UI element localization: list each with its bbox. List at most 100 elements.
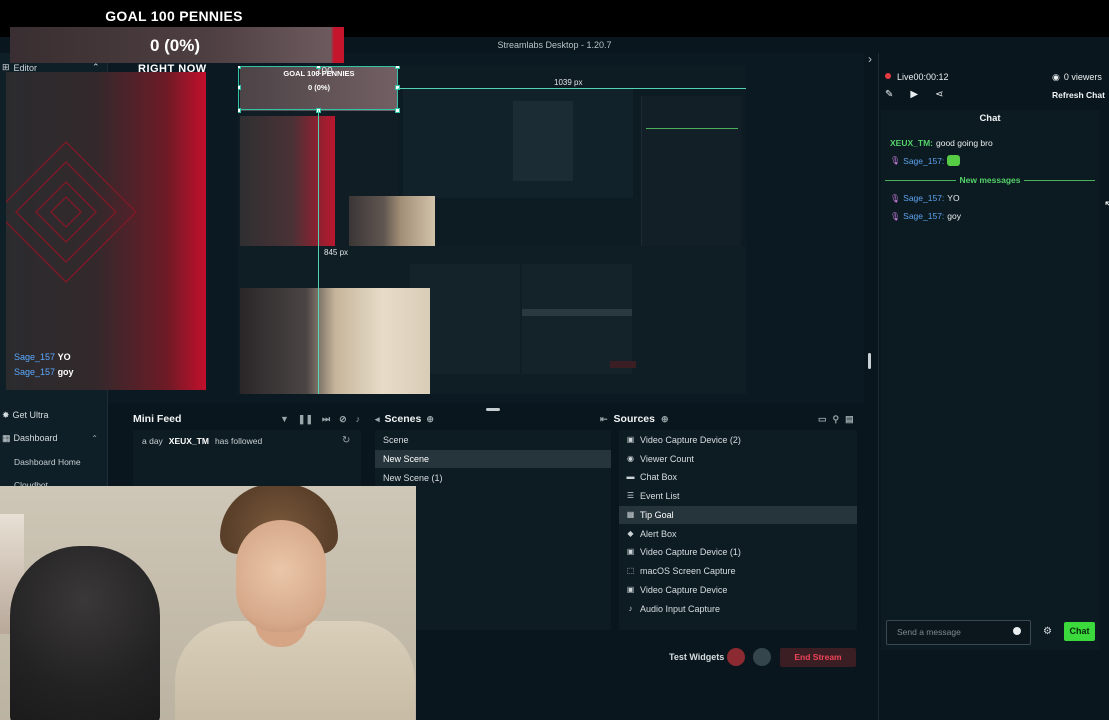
microphone-icon: ♪	[628, 604, 633, 613]
collapse-icon[interactable]: ◂	[375, 414, 380, 425]
source-label: Chat Box	[640, 472, 678, 482]
ultra-icon: ✸	[2, 409, 10, 420]
chat-send-button[interactable]: Chat	[1064, 622, 1095, 641]
dock-drag-handle[interactable]	[486, 408, 500, 411]
chat-icon: ▬	[626, 472, 635, 481]
source-item[interactable]: ⬚ macOS Screen Capture	[619, 562, 857, 580]
bell-icon: ◆	[627, 529, 634, 538]
resize-handle-tr[interactable]	[395, 66, 400, 69]
nav-dashboard-home-label: Dashboard Home	[14, 457, 81, 467]
scene-item[interactable]: Scene	[375, 431, 611, 449]
chat-input[interactable]: Send a message	[886, 620, 1031, 645]
feed-event-time: a day	[142, 436, 163, 446]
split-icon[interactable]: ⇤	[600, 414, 608, 425]
new-messages-label: New messages	[959, 175, 1021, 185]
preview-canvas[interactable]: GOAL 100 PENNIES 0 (0%) 100 1039 px 845 …	[238, 66, 746, 394]
guide-vertical	[318, 110, 319, 394]
nav-get-ultra[interactable]: ✸ Get Ultra	[0, 406, 108, 424]
source-item[interactable]: ☰ Event List	[619, 487, 857, 505]
nav-dashboard[interactable]: ▦ Dashboard ⌃	[0, 429, 108, 447]
live-status: Live00:00:12	[897, 72, 949, 82]
scenes-title: Scenes	[384, 413, 422, 425]
repeat-alert-icon[interactable]: ↻	[342, 435, 350, 446]
skip-icon[interactable]: ⏭	[322, 414, 330, 425]
chat-username[interactable]: Sage_157:	[903, 193, 944, 203]
source-label: Viewer Count	[640, 454, 694, 464]
source-label: macOS Screen Capture	[640, 566, 736, 576]
source-item[interactable]: ▣ Video Capture Device (2)	[619, 431, 857, 449]
overlay-chat-user: Sage_157	[14, 367, 56, 377]
source-item[interactable]: ▬ Chat Box	[619, 468, 857, 486]
mini-webcam	[240, 288, 430, 394]
scene-item-selected[interactable]: New Scene	[375, 450, 611, 468]
emoji-icon[interactable]	[1013, 627, 1021, 635]
source-item[interactable]: ▣ Video Capture Device	[619, 581, 857, 599]
source-label: Audio Input Capture	[640, 604, 721, 614]
folder-icon[interactable]: ▤	[845, 414, 854, 425]
nav-editor[interactable]: ⊞ Editor ⌃	[2, 62, 100, 73]
chevron-up-icon[interactable]: ⌃	[92, 62, 100, 73]
mute-alerts-icon[interactable]: ⊘	[339, 414, 347, 425]
nav-editor-label: Editor	[13, 62, 38, 73]
camera-icon: ▣	[626, 547, 635, 556]
divider-line	[1024, 179, 1096, 181]
cam-person-hoodie	[10, 546, 160, 720]
chevron-up-icon[interactable]: ⌃	[91, 434, 98, 443]
cam-person-face	[236, 520, 326, 632]
new-messages-divider: New messages	[885, 174, 1096, 186]
link-icon[interactable]: ⚲	[833, 414, 840, 425]
source-item[interactable]: ◆ Alert Box	[619, 525, 857, 543]
volume-icon[interactable]: ♪	[356, 414, 361, 424]
test-widget-button[interactable]	[727, 648, 745, 666]
source-label: Tip Goal	[640, 510, 674, 520]
sources-title: Sources	[613, 413, 655, 425]
mini-new-messages-line	[646, 128, 738, 129]
list-icon: ☰	[626, 491, 635, 500]
goal-value: 0 (0%)	[149, 36, 201, 55]
feed-event: a day XEUX_TM has followed	[142, 436, 262, 446]
filter-icon[interactable]: ▼	[280, 414, 289, 424]
sources-header: ⇤ Sources ⊕	[600, 411, 669, 427]
source-label: Video Capture Device (1)	[640, 547, 741, 557]
end-stream-button[interactable]: End Stream	[780, 648, 856, 667]
eye-icon: ◉	[627, 454, 634, 463]
replay-icon[interactable]	[753, 648, 771, 666]
microphone-badge-icon: 🎙	[890, 211, 901, 221]
overlay-chat-message: goy	[57, 367, 74, 377]
chat-username[interactable]: Sage_157:	[903, 211, 944, 221]
pause-icon[interactable]: ❚❚	[298, 414, 313, 425]
source-item-selected[interactable]: ▦ Tip Goal	[619, 506, 857, 524]
gear-icon[interactable]: ⚙	[1043, 626, 1052, 637]
chat-username[interactable]: XEUX_TM:	[890, 138, 933, 148]
source-item[interactable]: ◉ Viewer Count	[619, 450, 857, 468]
chevron-right-icon[interactable]: ›	[868, 52, 872, 66]
video-icon[interactable]: ▶	[910, 89, 918, 100]
viewer-count-text: 0 viewers	[1063, 72, 1102, 82]
chat-username[interactable]: Sage_157:	[903, 156, 944, 166]
source-item[interactable]: ♪ Audio Input Capture	[619, 600, 857, 618]
chat-text: goy	[947, 211, 961, 221]
group-icon[interactable]: ▭	[818, 414, 827, 425]
microphone-badge-icon: 🎙	[890, 156, 901, 165]
diamond-pattern	[6, 140, 138, 284]
scene-item[interactable]: New Scene (1)	[375, 469, 611, 487]
resize-handle-tl[interactable]	[238, 66, 241, 69]
nav-dashboard-label: Dashboard	[13, 433, 58, 443]
share-icon[interactable]: ⋖	[935, 89, 943, 100]
microphone-badge-icon: 🎙	[890, 193, 901, 203]
add-scene-icon[interactable]: ⊕	[426, 414, 434, 425]
sources-toolbar: ▭ ⚲ ▤	[818, 411, 854, 427]
source-item[interactable]: ▣ Video Capture Device (1)	[619, 543, 857, 561]
resize-handle[interactable]	[868, 353, 871, 369]
refresh-chat-button[interactable]: Refresh Chat	[1052, 90, 1105, 100]
resize-handle-br[interactable]	[395, 108, 400, 113]
selection-box[interactable]	[238, 66, 398, 110]
edit-icon[interactable]: ✎	[885, 89, 893, 100]
add-source-icon[interactable]: ⊕	[661, 414, 669, 425]
overlay-chat-line: Sage_157 goy	[14, 367, 74, 377]
dashboard-icon: ▦	[2, 432, 11, 443]
resize-handle-l[interactable]	[238, 85, 241, 90]
nav-dashboard-home[interactable]: Dashboard Home	[0, 453, 108, 471]
resize-handle-bl[interactable]	[238, 108, 241, 113]
resize-handle-t[interactable]	[316, 66, 321, 69]
